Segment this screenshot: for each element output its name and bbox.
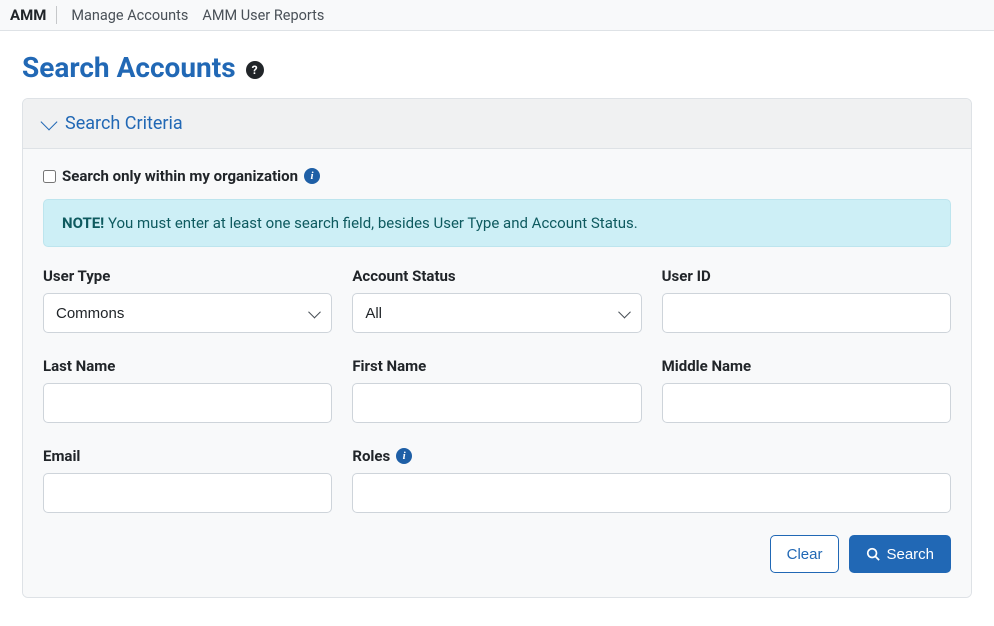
org-only-label: Search only within my organization: [62, 167, 298, 185]
select-user-type[interactable]: Commons: [43, 293, 332, 333]
input-middle-name[interactable]: [662, 383, 951, 423]
search-icon: [866, 547, 880, 561]
org-only-row: Search only within my organization i: [43, 167, 951, 185]
field-last-name: Last Name: [43, 357, 332, 423]
page-content: Search Accounts ? Search Criteria Search…: [0, 31, 994, 618]
label-user-id: User ID: [662, 267, 951, 285]
label-first-name: First Name: [352, 357, 641, 375]
chevron-down-icon: [41, 113, 58, 130]
field-user-type: User Type Commons: [43, 267, 332, 333]
note-alert: NOTE! You must enter at least one search…: [43, 199, 951, 247]
field-middle-name: Middle Name: [662, 357, 951, 423]
search-criteria-panel: Search Criteria Search only within my or…: [22, 98, 972, 598]
field-account-status: Account Status All: [352, 267, 641, 333]
field-roles: Roles i: [352, 447, 951, 513]
label-account-status: Account Status: [352, 267, 641, 285]
form-grid: User Type Commons Account Status All: [43, 267, 951, 513]
note-text: You must enter at least one search field…: [104, 214, 638, 232]
select-account-status-wrap: All: [352, 293, 641, 333]
help-icon[interactable]: ?: [246, 61, 264, 79]
clear-button[interactable]: Clear: [770, 535, 840, 573]
input-first-name[interactable]: [352, 383, 641, 423]
button-row: Clear Search: [43, 535, 951, 573]
page-title: Search Accounts: [22, 51, 236, 84]
top-nav: AMM Manage Accounts AMM User Reports: [0, 0, 994, 31]
panel-header[interactable]: Search Criteria: [23, 99, 971, 149]
panel-body: Search only within my organization i NOT…: [23, 149, 971, 597]
search-button[interactable]: Search: [849, 535, 951, 573]
label-roles: Roles: [352, 447, 390, 465]
clear-button-label: Clear: [787, 546, 823, 563]
select-account-status[interactable]: All: [352, 293, 641, 333]
org-only-checkbox[interactable]: [43, 170, 56, 183]
panel-header-title: Search Criteria: [65, 113, 183, 134]
search-button-label: Search: [886, 546, 934, 563]
input-email[interactable]: [43, 473, 332, 513]
input-last-name[interactable]: [43, 383, 332, 423]
label-last-name: Last Name: [43, 357, 332, 375]
brand: AMM: [10, 6, 57, 24]
input-user-id[interactable]: [662, 293, 951, 333]
info-icon[interactable]: i: [304, 168, 320, 184]
field-email: Email: [43, 447, 332, 513]
note-prefix: NOTE!: [62, 214, 104, 232]
label-user-type: User Type: [43, 267, 332, 285]
label-middle-name: Middle Name: [662, 357, 951, 375]
page-title-row: Search Accounts ?: [22, 51, 972, 84]
nav-amm-user-reports[interactable]: AMM User Reports: [202, 7, 324, 24]
select-user-type-wrap: Commons: [43, 293, 332, 333]
nav-manage-accounts[interactable]: Manage Accounts: [71, 7, 188, 24]
label-email: Email: [43, 447, 332, 465]
input-roles[interactable]: [352, 473, 951, 513]
field-user-id: User ID: [662, 267, 951, 333]
field-first-name: First Name: [352, 357, 641, 423]
info-icon[interactable]: i: [396, 448, 412, 464]
